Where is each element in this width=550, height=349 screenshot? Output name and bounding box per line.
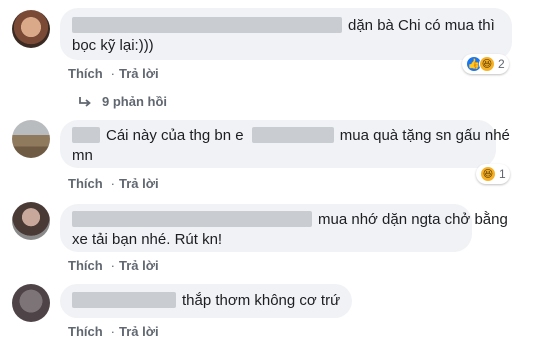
like-link[interactable]: Thích bbox=[68, 66, 103, 81]
comment-actions: Thích · Trả lời bbox=[68, 66, 159, 81]
avatar[interactable] bbox=[12, 202, 50, 240]
comment-bubble: mua nhớ dặn ngta chở bằng xe tải bạn nhé… bbox=[60, 204, 508, 252]
comment-text-line2: mn bbox=[72, 147, 93, 164]
comment-actions: Thích · Trả lời bbox=[68, 176, 159, 191]
redacted-name bbox=[72, 292, 176, 308]
reaction-count: 2 bbox=[498, 57, 505, 71]
avatar[interactable] bbox=[12, 10, 50, 48]
comment-bubble: Cái này của thg bn e mua quà tặng sn gấu… bbox=[60, 120, 510, 168]
view-replies-link[interactable]: 9 phản hồi bbox=[78, 94, 167, 109]
avatar[interactable] bbox=[12, 120, 50, 158]
redacted-name bbox=[251, 127, 334, 143]
comment-bubble: thắp thơm không cơ trứ bbox=[60, 284, 352, 318]
reply-link[interactable]: Trả lời bbox=[119, 324, 159, 339]
redacted-name bbox=[72, 127, 100, 143]
like-link[interactable]: Thích bbox=[68, 176, 103, 191]
redacted-name bbox=[72, 211, 312, 227]
comment-text-suffix: mua quà tặng sn gấu nhé bbox=[339, 127, 510, 144]
like-link[interactable]: Thích bbox=[68, 324, 103, 339]
reply-link[interactable]: Trả lời bbox=[119, 258, 159, 273]
reaction-summary[interactable]: 👍 😆 2 bbox=[462, 54, 509, 74]
haha-icon: 😆 bbox=[479, 56, 495, 72]
redacted-name bbox=[72, 17, 342, 33]
like-link[interactable]: Thích bbox=[68, 258, 103, 273]
comment-text-line2: xe tải bạn nhé. Rút kn! bbox=[72, 231, 223, 248]
avatar[interactable] bbox=[12, 284, 50, 322]
reply-arrow-icon bbox=[79, 96, 91, 107]
replies-count-label: 9 phản hồi bbox=[102, 94, 167, 109]
comment-text: dặn bà Chi có mua thì bbox=[348, 17, 495, 34]
comment-text: mua nhớ dặn ngta chở bằng bbox=[318, 211, 508, 228]
reaction-summary[interactable]: 😆 1 bbox=[476, 164, 510, 184]
comment-bubble: dặn bà Chi có mua thì bọc kỹ lại:))) bbox=[60, 8, 512, 60]
comment-text-line2: bọc kỹ lại:))) bbox=[72, 37, 154, 54]
comment-text: thắp thơm không cơ trứ bbox=[182, 292, 341, 309]
comment-actions: Thích · Trả lời bbox=[68, 258, 159, 273]
comment-actions: Thích · Trả lời bbox=[68, 324, 159, 339]
comment-text: Cái này của thg bn e bbox=[106, 127, 244, 144]
reply-link[interactable]: Trả lời bbox=[119, 176, 159, 191]
reply-link[interactable]: Trả lời bbox=[119, 66, 159, 81]
reaction-count: 1 bbox=[499, 167, 506, 181]
haha-icon: 😆 bbox=[480, 166, 496, 182]
